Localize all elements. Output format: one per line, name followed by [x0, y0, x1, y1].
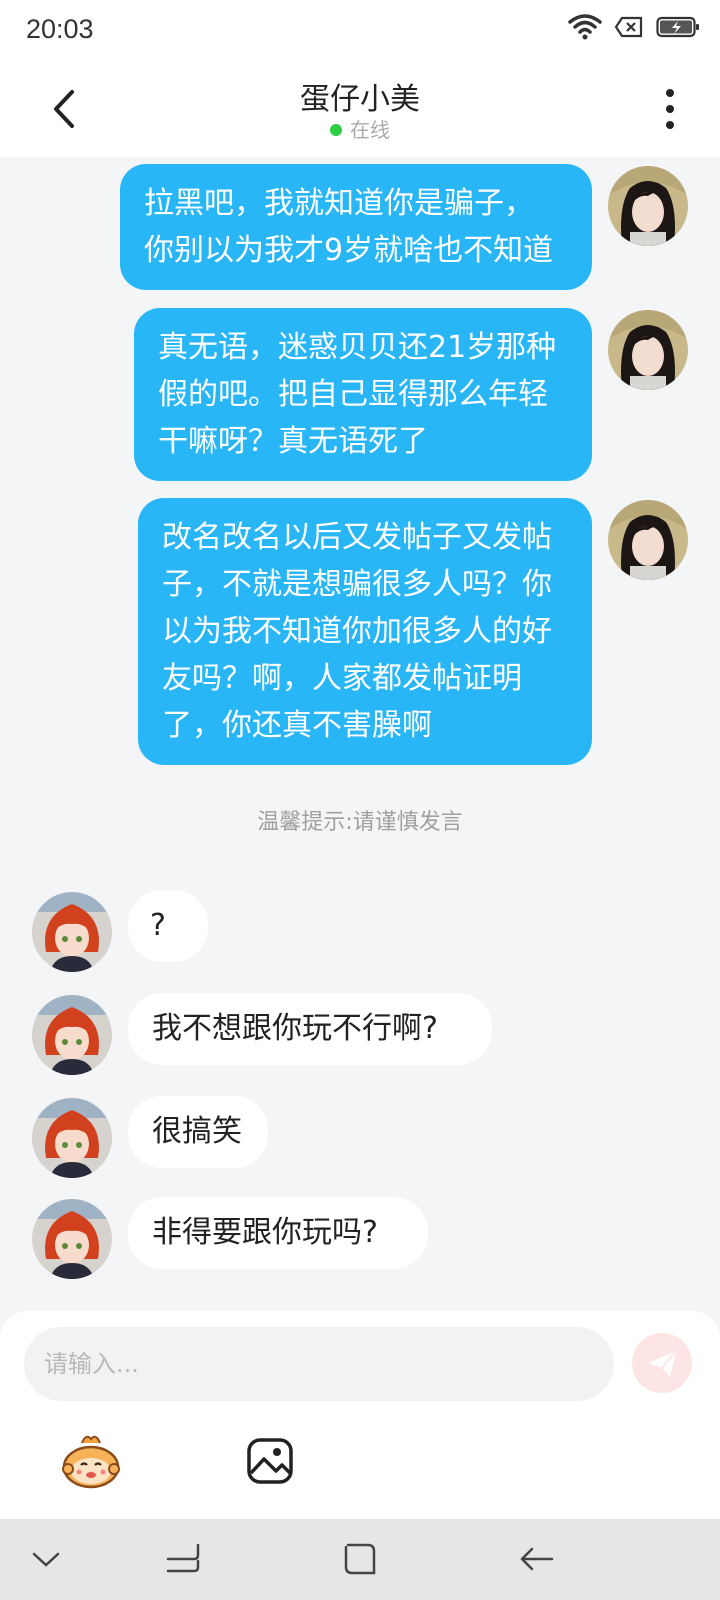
- my-avatar[interactable]: [608, 500, 688, 580]
- contact-name: 蛋仔小美: [300, 82, 420, 117]
- image-button[interactable]: [246, 1437, 294, 1485]
- my-avatar[interactable]: [608, 166, 688, 246]
- contact-avatar[interactable]: [32, 1098, 112, 1178]
- send-plane-icon: [648, 1350, 677, 1377]
- status-icons: [568, 14, 700, 40]
- status-time: 20:03: [26, 14, 94, 44]
- message-bubble[interactable]: 改名改名以后又发帖子又发帖 子，不就是想骗很多人吗？你 以为我不知道你加很多人的…: [138, 498, 592, 765]
- message-input[interactable]: [24, 1327, 614, 1401]
- message-bubble[interactable]: 拉黑吧，我就知道你是骗子， 你别以为我才9岁就啥也不知道: [120, 164, 592, 290]
- online-dot-icon: [330, 124, 342, 136]
- safety-tip: 温馨提示:请谨慎发言: [257, 810, 463, 835]
- send-button[interactable]: [632, 1333, 692, 1393]
- wifi-icon: [568, 14, 602, 40]
- system-nav-bar: [0, 1519, 720, 1600]
- recent-apps-icon[interactable]: [164, 1539, 204, 1579]
- no-sim-icon: [614, 16, 643, 38]
- message-bubble[interactable]: 我不想跟你玩不行啊?: [128, 993, 492, 1065]
- presence-label: 在线: [350, 118, 390, 142]
- contact-avatar[interactable]: [32, 1199, 112, 1279]
- chat-header: 蛋仔小美 在线: [0, 62, 720, 157]
- contact-avatar[interactable]: [32, 892, 112, 972]
- message-bubble[interactable]: 很搞笑: [128, 1096, 268, 1168]
- image-icon: [247, 1438, 293, 1484]
- chevron-down-icon[interactable]: [26, 1539, 66, 1579]
- contact-avatar[interactable]: [32, 995, 112, 1075]
- status-bar: 20:03: [0, 0, 720, 62]
- message-bubble[interactable]: ?: [128, 890, 208, 962]
- emoji-button[interactable]: [60, 1433, 122, 1491]
- back-nav-icon[interactable]: [516, 1539, 556, 1579]
- battery-icon: [656, 16, 699, 38]
- message-bubble[interactable]: 真无语，迷惑贝贝还21岁那种 假的吧。把自己显得那么年轻 干嘛呀？真无语死了: [134, 308, 592, 481]
- composer: [0, 1311, 720, 1519]
- eggy-mascot-icon: [62, 1435, 120, 1489]
- presence-status: 在线: [0, 114, 720, 143]
- home-icon[interactable]: [340, 1539, 380, 1579]
- more-vertical-icon[interactable]: [662, 84, 678, 134]
- chat-list[interactable]: 拉黑吧，我就知道你是骗子， 你别以为我才9岁就啥也不知道 真无语，迷惑贝贝还21…: [0, 157, 720, 1307]
- message-bubble[interactable]: 非得要跟你玩吗?: [128, 1197, 428, 1269]
- my-avatar[interactable]: [608, 310, 688, 390]
